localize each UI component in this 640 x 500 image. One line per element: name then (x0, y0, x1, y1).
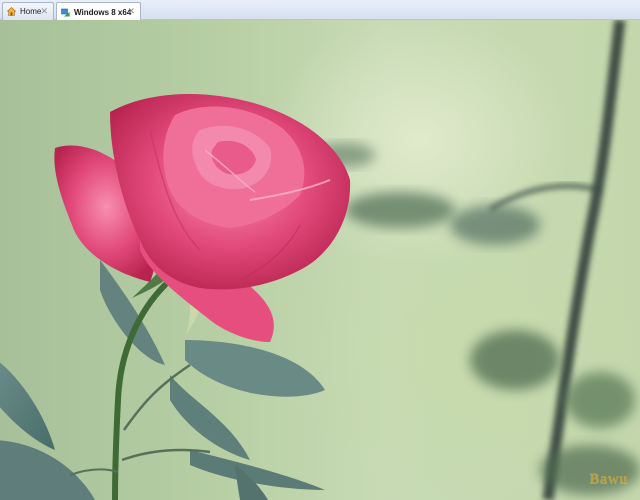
tab-home[interactable]: Home ✕ (2, 2, 54, 20)
guest-desktop[interactable]: Bawu (0, 20, 640, 500)
tab-bar: Home ✕ Windows 8 x64 ✕ (0, 0, 640, 21)
vm-icon (61, 8, 70, 17)
pink-rose-wallpaper (0, 20, 640, 500)
close-icon[interactable]: ✕ (40, 6, 48, 16)
tab-windows-8-x64[interactable]: Windows 8 x64 ✕ (56, 2, 141, 21)
wallpaper-signature: Bawu (589, 471, 628, 487)
tab-windows-8-label: Windows 8 x64 (74, 7, 132, 17)
close-icon[interactable]: ✕ (127, 6, 135, 16)
home-icon (6, 7, 17, 16)
rose-bloom (54, 93, 351, 342)
tab-home-label: Home (20, 7, 42, 16)
